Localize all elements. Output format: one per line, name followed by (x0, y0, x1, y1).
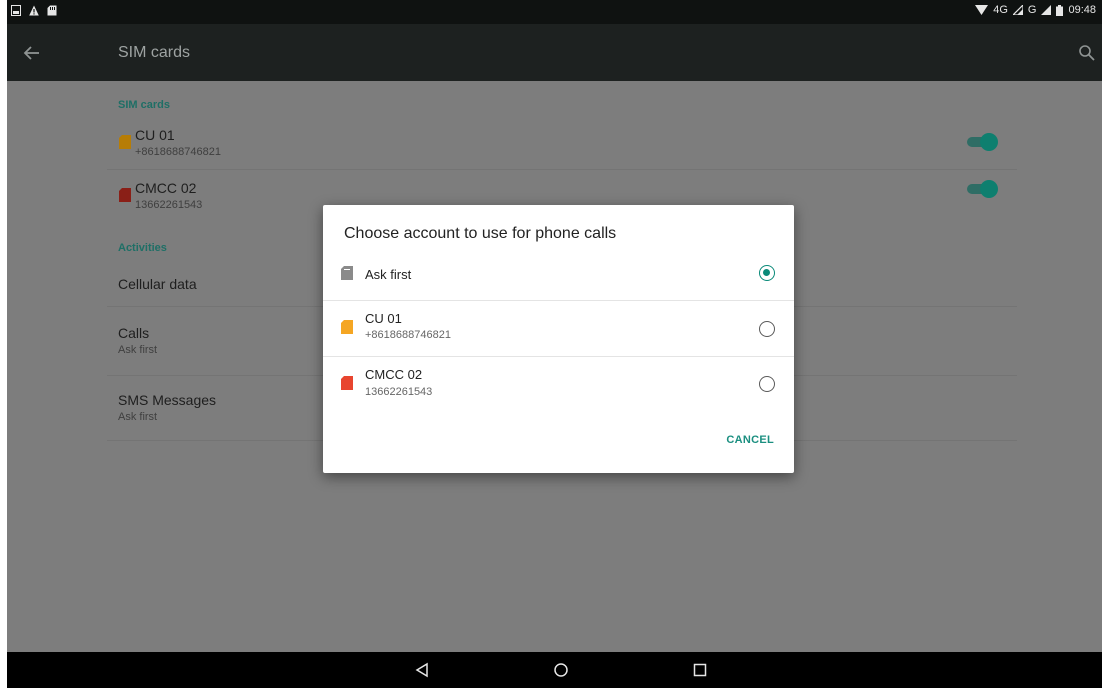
status-bar: 4G G 09:48 (7, 0, 1102, 24)
system-icons: 4G G 09:48 (975, 4, 1096, 16)
back-triangle-icon[interactable] (413, 661, 431, 679)
carrier-type-label: G (1027, 4, 1037, 16)
activity-subtitle: Ask first (118, 344, 158, 356)
sim-toggle[interactable] (965, 133, 999, 151)
sim-card-icon (341, 376, 353, 390)
navigation-bar (7, 652, 1102, 688)
option-cu01[interactable]: CU 01 +8618688746821 (323, 301, 794, 356)
sim-number: 13662261543 (135, 199, 203, 211)
network-type-label: 4G (993, 4, 1008, 16)
activity-title: Cellular data (118, 276, 197, 292)
choose-account-dialog: Choose account to use for phone calls As… (323, 205, 794, 473)
section-header-activities: Activities (118, 242, 167, 254)
radio-button-selected[interactable] (759, 265, 775, 281)
sim-toggle[interactable] (965, 180, 999, 198)
dialog-title: Choose account to use for phone calls (344, 225, 617, 242)
clock: 09:48 (1068, 4, 1096, 16)
sim-card-icon (119, 135, 131, 149)
option-title: CMCC 02 (365, 367, 423, 382)
arrow-back-icon[interactable] (21, 42, 43, 64)
radio-button[interactable] (759, 321, 775, 337)
sim-card-icon (119, 188, 131, 202)
option-cmcc02[interactable]: CMCC 02 13662261543 (323, 357, 794, 415)
sim-card-icon (341, 266, 353, 280)
sim-name: CU 01 (135, 127, 175, 143)
home-circle-icon[interactable] (552, 661, 570, 679)
activity-title: Calls (118, 325, 150, 341)
sim-number: +8618688746821 (135, 146, 221, 158)
option-subtitle: 13662261543 (365, 386, 433, 398)
wifi-icon (975, 5, 989, 15)
cancel-button[interactable]: CANCEL (726, 434, 774, 446)
signal-icon-sim1 (1012, 5, 1023, 15)
sd-card-icon (47, 5, 57, 16)
page-title: SIM cards (118, 44, 191, 61)
battery-icon (1056, 4, 1064, 16)
sim-notification-icon (11, 5, 21, 16)
option-subtitle: +8618688746821 (365, 329, 451, 341)
option-ask-first[interactable]: Ask first (323, 255, 794, 300)
option-title: Ask first (365, 267, 412, 282)
sim-card-icon (341, 320, 353, 334)
notification-icons (11, 5, 57, 16)
option-title: CU 01 (365, 311, 402, 326)
warning-icon (29, 5, 39, 16)
activity-title: SMS Messages (118, 392, 217, 408)
phone-screen: 4G G 09:48 SIM cards SIM cards CU 01 +86… (7, 0, 1102, 688)
radio-button[interactable] (759, 376, 775, 392)
activity-subtitle: Ask first (118, 411, 158, 423)
sim-name: CMCC 02 (135, 180, 197, 196)
app-bar: SIM cards (7, 24, 1102, 81)
sim-row-cu01[interactable]: CU 01 +8618688746821 (107, 117, 1017, 169)
section-header-sim-cards: SIM cards (118, 99, 170, 111)
recents-square-icon[interactable] (691, 661, 709, 679)
search-icon[interactable] (1078, 44, 1096, 62)
signal-icon-sim2 (1041, 5, 1052, 15)
